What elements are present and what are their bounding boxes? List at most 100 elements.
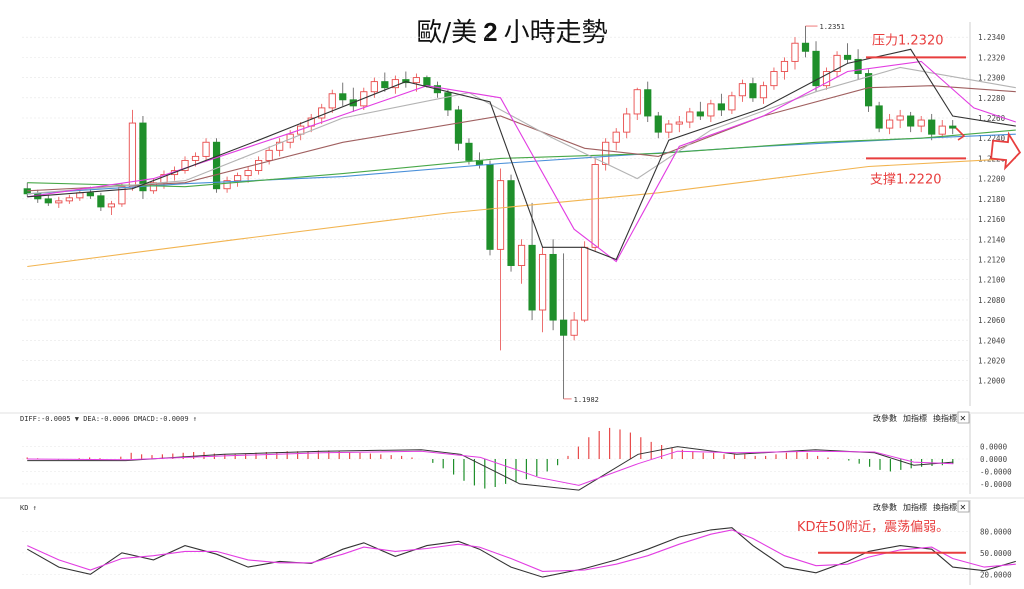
macd-y-tick-label: -0.0000 [980, 480, 1012, 489]
candle-body [549, 253, 557, 321]
kd-line [27, 529, 1016, 572]
candle-body [696, 111, 704, 117]
candle-body [738, 83, 747, 97]
price-y-tick-label: 1.2000 [978, 377, 1006, 386]
indicator-button-2[interactable]: 換指標 [933, 413, 957, 423]
candle-body [444, 92, 452, 111]
high-price-label: 1.2351 [820, 23, 845, 31]
candle-body [843, 54, 852, 60]
candle-body [675, 121, 683, 125]
candle-body [538, 253, 547, 311]
price-y-tick-label: 1.2340 [978, 33, 1006, 42]
candle-body [791, 42, 799, 62]
macd-dea-line [27, 450, 954, 486]
support-label: 支撑1.2220 [870, 172, 942, 187]
candle-body [665, 123, 673, 133]
candle-body [896, 115, 904, 121]
price-y-tick-label: 1.2180 [978, 195, 1006, 204]
candle-body [423, 77, 431, 87]
price-y-tick-label: 1.2260 [978, 114, 1006, 123]
candle-body [244, 170, 252, 177]
candle-body [528, 244, 536, 311]
candle-body [644, 89, 652, 117]
macd-y-tick-label: 0.0000 [980, 455, 1008, 464]
price-y-tick-label: 1.2160 [978, 215, 1006, 224]
chart-stage: 歐/美 2 小時走勢 1.2340 1.2320 1.2300 1.2280 1.2260 1… [0, 0, 1024, 589]
candle-body [865, 73, 873, 107]
candle-body [928, 119, 936, 135]
candle-body [107, 203, 115, 208]
candle-body [328, 93, 336, 109]
candle-body [875, 105, 883, 129]
price-panel: 1.2351 1.1982 [23, 23, 1016, 404]
grid-lines: 1.23401.23201.23001.22801.22601.22401.22… [0, 22, 1024, 585]
candle-body [560, 319, 568, 336]
candle-body [202, 141, 210, 157]
kd-header: KD ↑ [20, 504, 37, 512]
candle-body [717, 103, 725, 111]
candle-body [65, 197, 73, 202]
price-y-tick-label: 1.2120 [978, 255, 1006, 264]
candle-body [602, 141, 610, 165]
close-icon[interactable]: ✕ [960, 414, 967, 423]
moving-average-line [27, 133, 1016, 195]
candle-body [44, 198, 52, 204]
candle-body [23, 188, 31, 195]
candle-body [612, 131, 620, 143]
candle-body [191, 155, 200, 161]
indicator-button-2[interactable]: 換指標 [933, 502, 957, 512]
candle-body [381, 81, 389, 89]
candle-body [370, 81, 378, 93]
macd-diff-line [27, 446, 954, 491]
price-y-tick-label: 1.2040 [978, 336, 1006, 345]
indicator-button-0[interactable]: 改參數 [873, 413, 897, 423]
candle-body [707, 103, 715, 117]
low-price-label: 1.1982 [574, 396, 599, 404]
price-y-tick-label: 1.2060 [978, 316, 1006, 325]
candle-body [591, 164, 599, 248]
macd-y-tick-label: -0.0000 [980, 467, 1012, 476]
candle-body [886, 119, 894, 129]
kd-y-tick-label: 20.0000 [980, 570, 1012, 579]
indicator-button-0[interactable]: 改參數 [873, 502, 897, 512]
candle-body [759, 85, 768, 99]
kd-note: KD在50附近，震荡偏弱。 [797, 520, 949, 535]
macd-header: DIFF:-0.0005 ▼ DEA:-0.0006 DMACD:-0.0009… [20, 415, 197, 423]
candle-body [128, 122, 137, 188]
candle-body [496, 180, 505, 250]
candle-body [938, 125, 946, 135]
macd-y-tick-label: 0.0000 [980, 443, 1008, 452]
candle-body [233, 175, 242, 182]
candle-body [412, 77, 420, 84]
candle-body [623, 113, 631, 133]
candle-body [507, 180, 515, 266]
close-icon[interactable]: ✕ [960, 503, 967, 512]
candle-body [339, 93, 347, 101]
price-y-tick-label: 1.2280 [978, 94, 1006, 103]
candle-body [749, 83, 757, 99]
candle-body [454, 109, 463, 144]
price-y-tick-label: 1.2020 [978, 357, 1006, 366]
resistance-label: 压力1.2320 [872, 33, 944, 48]
price-y-tick-label: 1.2080 [978, 296, 1006, 305]
candle-body [654, 115, 662, 133]
kd-y-tick-label: 80.0000 [980, 527, 1012, 536]
candle-body [780, 60, 789, 72]
price-y-tick-label: 1.2320 [978, 53, 1006, 62]
candle-body [633, 89, 641, 115]
candle-body [581, 246, 589, 321]
macd-panel: DIFF:-0.0005 ▼ DEA:-0.0006 DMACD:-0.0009… [20, 411, 1012, 491]
candle-body [728, 95, 736, 111]
price-y-tick-label: 1.2300 [978, 74, 1006, 83]
candle-body [97, 195, 105, 208]
kd-panel: KD ↑ 80.0000 50.0000 20.0000 改參數 加指標 換指標 ✕ [20, 500, 1016, 579]
indicator-button-1[interactable]: 加指標 [903, 502, 927, 512]
candle-body [255, 159, 263, 171]
candle-body [517, 244, 526, 266]
indicator-button-1[interactable]: 加指標 [903, 413, 927, 423]
candle-body [770, 71, 778, 87]
candle-body [917, 119, 925, 127]
candle-body [265, 149, 273, 161]
price-y-tick-label: 1.2100 [978, 276, 1006, 285]
candle-body [55, 200, 63, 204]
